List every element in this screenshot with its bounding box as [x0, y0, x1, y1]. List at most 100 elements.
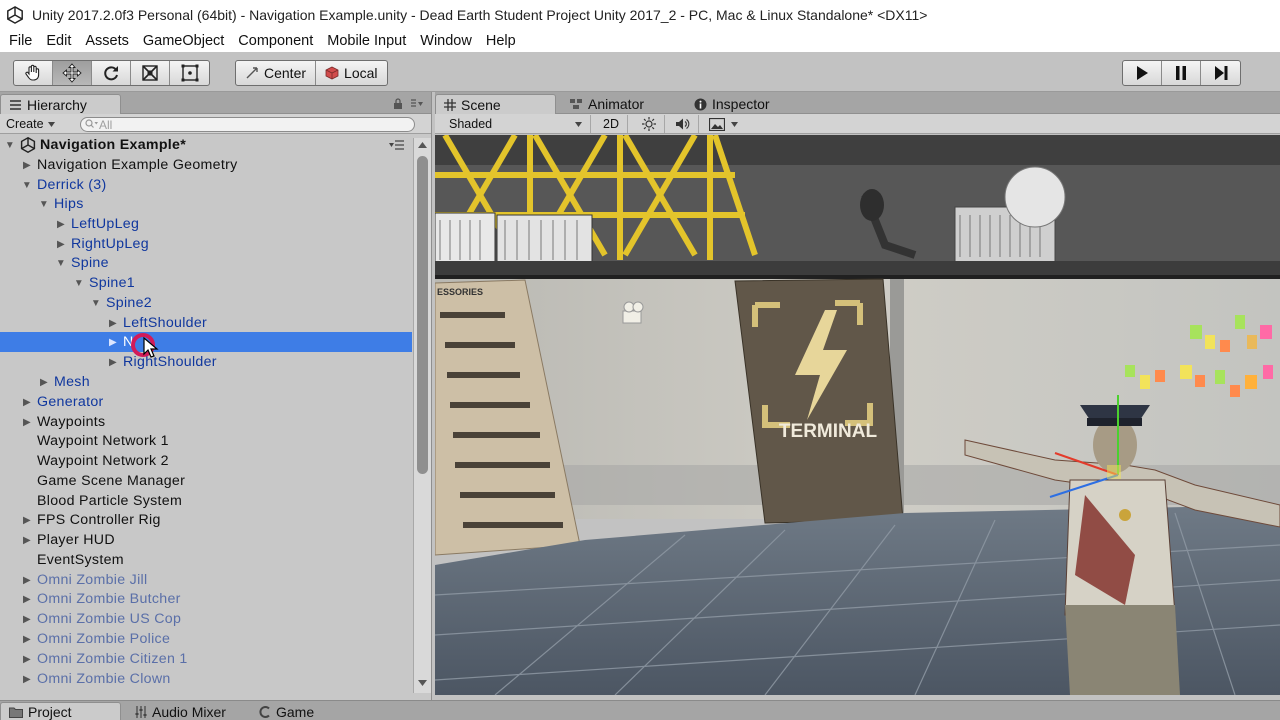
- tab-game[interactable]: Game: [251, 702, 322, 720]
- tab-inspector[interactable]: Inspector: [686, 94, 778, 114]
- tree-item[interactable]: ▼ Hips: [0, 194, 412, 214]
- menu-gameobject[interactable]: GameObject: [138, 33, 229, 49]
- tab-animator[interactable]: Animator: [561, 94, 652, 114]
- tree-item[interactable]: Blood Particle System: [0, 491, 412, 511]
- create-dropdown[interactable]: Create: [6, 116, 55, 132]
- scene-header-row[interactable]: ▼ Navigation Example*: [0, 135, 412, 155]
- menu-edit[interactable]: Edit: [41, 33, 76, 49]
- expanded-arrow-icon[interactable]: ▼: [55, 257, 67, 269]
- tree-item[interactable]: ▶ RightUpLeg: [0, 234, 412, 254]
- tree-item[interactable]: ▶ Omni Zombie Police: [0, 629, 412, 649]
- scale-tool-button[interactable]: [131, 61, 170, 85]
- rect-tool-button[interactable]: [170, 61, 209, 85]
- scrollbar-thumb[interactable]: [417, 156, 428, 474]
- tree-item[interactable]: ▶ Omni Zombie US Cop: [0, 609, 412, 629]
- collapsed-arrow-icon[interactable]: ▶: [21, 613, 33, 625]
- pivot-local-button[interactable]: Local: [316, 61, 386, 85]
- audio-toggle[interactable]: [667, 115, 699, 133]
- tree-item[interactable]: ▶ LeftShoulder: [0, 313, 412, 333]
- tree-item[interactable]: ▼ Spine1: [0, 273, 412, 293]
- tree-item[interactable]: ▶ Omni Zombie Jill: [0, 570, 412, 590]
- tree-item[interactable]: ▶ Waypoints: [0, 412, 412, 432]
- tab-scene[interactable]: Scene: [435, 94, 556, 114]
- tree-item[interactable]: ▶ Omni Zombie Citizen 1: [0, 649, 412, 669]
- tree-item-label: Waypoint Network 1: [37, 433, 169, 449]
- lighting-toggle[interactable]: [634, 115, 665, 133]
- collapsed-arrow-icon[interactable]: ▶: [107, 317, 119, 329]
- hierarchy-tab-row: Hierarchy: [0, 92, 431, 114]
- tree-item[interactable]: ▼ Spine: [0, 253, 412, 273]
- pivot-center-button[interactable]: Center: [236, 61, 317, 85]
- expand-arrow-icon[interactable]: ▼: [4, 139, 16, 151]
- collapsed-arrow-icon[interactable]: ▶: [38, 376, 50, 388]
- collapsed-arrow-icon[interactable]: ▶: [21, 574, 33, 586]
- scale-icon: [142, 65, 158, 81]
- menu-window[interactable]: Window: [415, 33, 477, 49]
- tree-item[interactable]: ▶ LeftUpLeg: [0, 214, 412, 234]
- tree-item[interactable]: Game Scene Manager: [0, 471, 412, 491]
- unity-logo-icon: [7, 6, 23, 24]
- tree-item[interactable]: ▶ Generator: [0, 392, 412, 412]
- tree-item[interactable]: ▶ Mesh: [0, 372, 412, 392]
- collapsed-arrow-icon[interactable]: ▶: [21, 416, 33, 428]
- tab-project[interactable]: Project: [0, 702, 121, 720]
- tree-item-selected[interactable]: ▶ N: [0, 332, 412, 352]
- dropdown-arrow-icon: [575, 121, 582, 127]
- hand-tool-button[interactable]: [14, 61, 53, 85]
- panel-menu-icon[interactable]: [410, 99, 424, 109]
- scene-options-icon[interactable]: [389, 140, 405, 150]
- collapsed-arrow-icon[interactable]: ▶: [21, 633, 33, 645]
- tree-item[interactable]: Waypoint Network 1: [0, 431, 412, 451]
- collapsed-arrow-icon[interactable]: ▶: [55, 218, 67, 230]
- collapsed-arrow-icon[interactable]: ▶: [21, 653, 33, 665]
- expanded-arrow-icon[interactable]: ▼: [38, 198, 50, 210]
- shading-mode-dropdown[interactable]: Shaded: [441, 115, 591, 133]
- lock-icon[interactable]: [393, 98, 403, 109]
- menu-component[interactable]: Component: [233, 33, 318, 49]
- tree-item[interactable]: ▶ Omni Zombie Butcher: [0, 589, 412, 609]
- collapsed-arrow-icon[interactable]: ▶: [21, 673, 33, 685]
- collapsed-arrow-icon[interactable]: ▶: [21, 593, 33, 605]
- expanded-arrow-icon[interactable]: ▼: [90, 297, 102, 309]
- collapsed-arrow-icon[interactable]: ▶: [21, 514, 33, 526]
- tree-item[interactable]: ▶ Navigation Example Geometry: [0, 155, 412, 175]
- menu-help[interactable]: Help: [481, 33, 521, 49]
- tab-audio-mixer[interactable]: Audio Mixer: [127, 702, 234, 720]
- effects-dropdown[interactable]: [701, 115, 746, 133]
- scroll-up-icon[interactable]: [418, 142, 427, 148]
- collapsed-arrow-icon[interactable]: ▶: [107, 336, 119, 348]
- collapsed-arrow-icon[interactable]: ▶: [21, 159, 33, 171]
- menu-mobile-input[interactable]: Mobile Input: [322, 33, 411, 49]
- expanded-arrow-icon[interactable]: ▼: [21, 179, 33, 191]
- camera-gizmo-icon: [622, 301, 644, 324]
- play-button[interactable]: [1123, 61, 1162, 85]
- collapsed-arrow-icon[interactable]: ▶: [21, 534, 33, 546]
- scroll-down-icon[interactable]: [418, 680, 427, 686]
- pause-button[interactable]: [1162, 61, 1201, 85]
- hierarchy-scrollbar[interactable]: [413, 138, 431, 693]
- rotate-tool-button[interactable]: [92, 61, 131, 85]
- step-button[interactable]: [1201, 61, 1240, 85]
- collapsed-arrow-icon[interactable]: ▶: [21, 396, 33, 408]
- pivot-icon: [246, 67, 258, 79]
- tree-item[interactable]: ▶ FPS Controller Rig: [0, 510, 412, 530]
- tab-hierarchy[interactable]: Hierarchy: [0, 94, 121, 114]
- move-tool-button[interactable]: [53, 61, 92, 85]
- tree-item[interactable]: ▼ Derrick (3): [0, 175, 412, 195]
- hierarchy-search-field[interactable]: All: [80, 117, 415, 132]
- menu-assets[interactable]: Assets: [80, 33, 134, 49]
- tree-item[interactable]: Waypoint Network 2: [0, 451, 412, 471]
- mode-2d-toggle[interactable]: 2D: [595, 115, 628, 133]
- collapsed-arrow-icon[interactable]: ▶: [107, 356, 119, 368]
- scene-viewport[interactable]: ESSORIES TERMINAL: [435, 135, 1280, 695]
- tree-item[interactable]: ▶ Omni Zombie Clown: [0, 669, 412, 689]
- tree-item[interactable]: ▶ Player HUD: [0, 530, 412, 550]
- tree-item[interactable]: EventSystem: [0, 550, 412, 570]
- tree-item[interactable]: ▼ Spine2: [0, 293, 412, 313]
- collapsed-arrow-icon[interactable]: ▶: [55, 238, 67, 250]
- list-icon: [10, 99, 21, 110]
- tree-item[interactable]: ▶ RightShoulder: [0, 352, 412, 372]
- menu-file[interactable]: File: [4, 33, 37, 49]
- expanded-arrow-icon[interactable]: ▼: [73, 277, 85, 289]
- hierarchy-tree: ▼ Navigation Example* ▶ Navigation Exampl…: [0, 135, 412, 698]
